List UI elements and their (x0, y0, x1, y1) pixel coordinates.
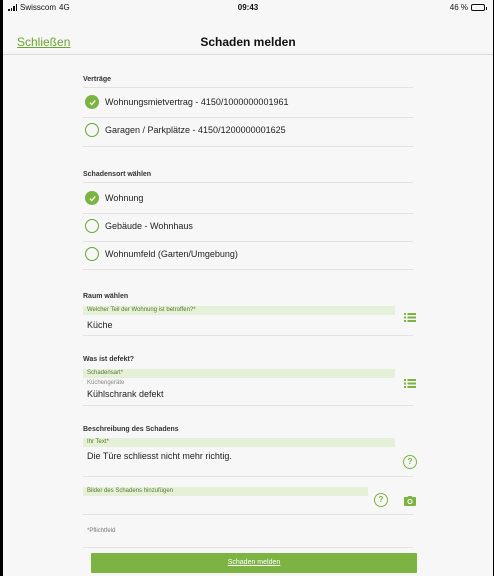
checkmark-icon (88, 99, 96, 105)
help-icon[interactable]: ? (374, 493, 388, 507)
location-option-label: Wohnung (105, 193, 144, 203)
contract-option-apartment[interactable]: Wohnungsmietvertrag - 4150/1000000001961 (85, 95, 288, 109)
defect-section-title: Was ist defekt? (83, 356, 135, 363)
location-option-apartment[interactable]: Wohnung (85, 191, 143, 205)
location-option-label: Gebäude - Wohnhaus (105, 221, 193, 231)
location-option-building[interactable]: Gebäude - Wohnhaus (85, 219, 193, 233)
divider (83, 335, 413, 336)
description-field-value[interactable]: Die Türe schliesst nicht mehr richtig. (87, 451, 232, 461)
help-icon[interactable]: ? (403, 455, 417, 469)
contract-option-label: Garagen / Parkplätze - 4150/120000000162… (105, 125, 286, 135)
page-title: Schaden melden (200, 35, 296, 49)
checkmark-icon (88, 195, 96, 201)
contract-option-garage[interactable]: Garagen / Parkplätze - 4150/120000000162… (85, 123, 286, 137)
location-section-title: Schadensort wählen (83, 171, 152, 178)
app-screen: Swisscom 4G 09:43 46 % Schließen Schaden… (3, 0, 493, 576)
location-option-surroundings[interactable]: Wohnumfeld (Garten/Umgebung) (85, 247, 238, 261)
divider (83, 213, 413, 214)
divider (83, 405, 413, 406)
description-section-title: Beschreibung des Schadens (83, 426, 179, 433)
images-field-label[interactable]: Bilder des Schadens hinzufügen (83, 487, 368, 496)
divider (83, 146, 413, 147)
contracts-section-title: Verträge (83, 76, 112, 83)
divider (83, 547, 413, 548)
clock: 09:43 (237, 3, 259, 12)
status-bar: Swisscom 4G 09:43 46 % (3, 0, 493, 15)
divider (83, 269, 413, 270)
checkbox-unchecked-icon[interactable] (85, 219, 99, 233)
description-field-label: Ihr Text* (83, 438, 395, 447)
location-option-label: Wohnumfeld (Garten/Umgebung) (105, 249, 238, 259)
divider (83, 182, 413, 183)
divider (83, 117, 413, 118)
room-section-title: Raum wählen (83, 293, 129, 300)
required-field-note: *Pflichtfeld (87, 528, 116, 534)
submit-button[interactable]: Schaden melden (91, 553, 417, 573)
divider (83, 87, 413, 88)
defect-category: Küchengeräte (87, 380, 125, 386)
battery-percent: 46 % (449, 3, 468, 12)
checkbox-checked-icon[interactable] (85, 191, 99, 205)
checkbox-unchecked-icon[interactable] (85, 123, 99, 137)
list-icon[interactable] (404, 379, 416, 388)
list-icon[interactable] (404, 313, 416, 322)
defect-field-label: Schadensart* (83, 369, 395, 378)
divider (83, 476, 413, 477)
defect-field-value[interactable]: Kühlschrank defekt (87, 389, 164, 399)
contract-option-label: Wohnungsmietvertrag - 4150/1000000001961 (105, 97, 289, 107)
status-right: 46 % (449, 3, 487, 12)
navigation-bar: Schließen Schaden melden (3, 15, 493, 55)
checkbox-unchecked-icon[interactable] (85, 247, 99, 261)
divider (83, 241, 413, 242)
camera-icon[interactable] (404, 496, 416, 506)
divider (83, 514, 413, 515)
room-field-label: Welcher Teil der Wohnung ist betroffen?* (83, 306, 395, 315)
battery-icon (471, 4, 487, 11)
checkbox-checked-icon[interactable] (85, 95, 99, 109)
room-field-value[interactable]: Küche (87, 320, 113, 330)
